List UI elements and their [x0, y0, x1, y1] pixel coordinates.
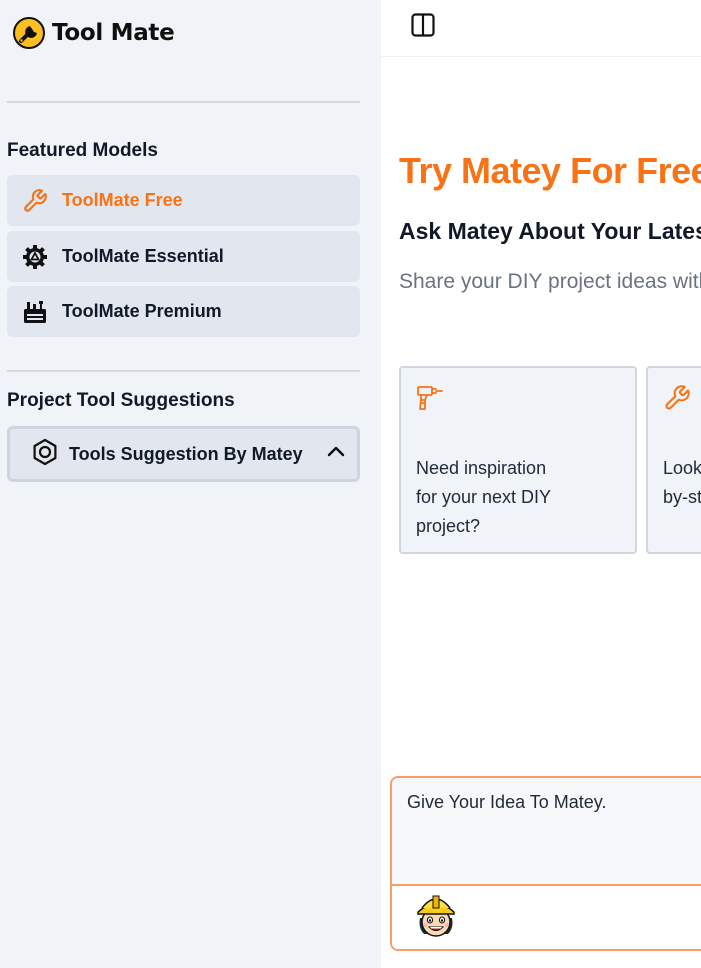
chevron-up-icon[interactable]: [325, 441, 347, 468]
top-bar: [381, 0, 701, 57]
tools-suggestion-label: Tools Suggestion By Matey: [69, 443, 303, 464]
hero-title: Try Matey For Free: [399, 150, 701, 191]
gear-icon: [22, 244, 48, 270]
matey-avatar-icon[interactable]: [408, 888, 464, 944]
project-tool-suggestions-heading: Project Tool Suggestions: [7, 390, 235, 411]
brand[interactable]: Tool Mate: [12, 16, 175, 50]
model-item-toolmate-premium[interactable]: ToolMate Premium: [7, 286, 360, 337]
wrench-icon: [665, 385, 690, 410]
drill-icon: [417, 386, 443, 410]
model-label: ToolMate Premium: [62, 301, 222, 321]
main-content: Try Matey For Free Ask Matey About Your …: [381, 0, 701, 968]
idea-input[interactable]: [392, 778, 701, 884]
sidebar-toggle-icon[interactable]: [409, 11, 437, 39]
divider: [7, 370, 360, 372]
card-text: Looking for step- by-step guides?: [663, 458, 701, 507]
suggestion-card-inspiration[interactable]: Need inspiration for your next DIY proje…: [399, 366, 637, 554]
featured-models-heading: Featured Models: [7, 140, 158, 161]
hero-description: Share your DIY project ideas with Matey: [399, 270, 701, 293]
toolbox-icon: [22, 299, 48, 325]
hexagon-nut-icon: [31, 438, 59, 471]
divider: [7, 101, 360, 103]
model-item-toolmate-free[interactable]: ToolMate Free: [7, 175, 360, 226]
model-label: ToolMate Essential: [62, 246, 224, 266]
wrench-icon: [22, 188, 48, 214]
composer: [390, 776, 701, 951]
sidebar: Tool Mate Featured Models ToolMate Free: [0, 0, 381, 968]
tools-suggestion-button[interactable]: Tools Suggestion By Matey: [7, 426, 360, 482]
brand-name: Tool Mate: [52, 20, 175, 46]
model-label: ToolMate Free: [62, 190, 183, 210]
tool-mate-logo-icon: [13, 17, 45, 49]
card-text: Need inspiration for your next DIY proje…: [416, 458, 552, 536]
suggestion-card-guides[interactable]: Looking for step- by-step guides?: [646, 366, 701, 554]
hero-subtitle: Ask Matey About Your Latest Project: [399, 218, 701, 244]
model-item-toolmate-essential[interactable]: ToolMate Essential: [7, 231, 360, 282]
